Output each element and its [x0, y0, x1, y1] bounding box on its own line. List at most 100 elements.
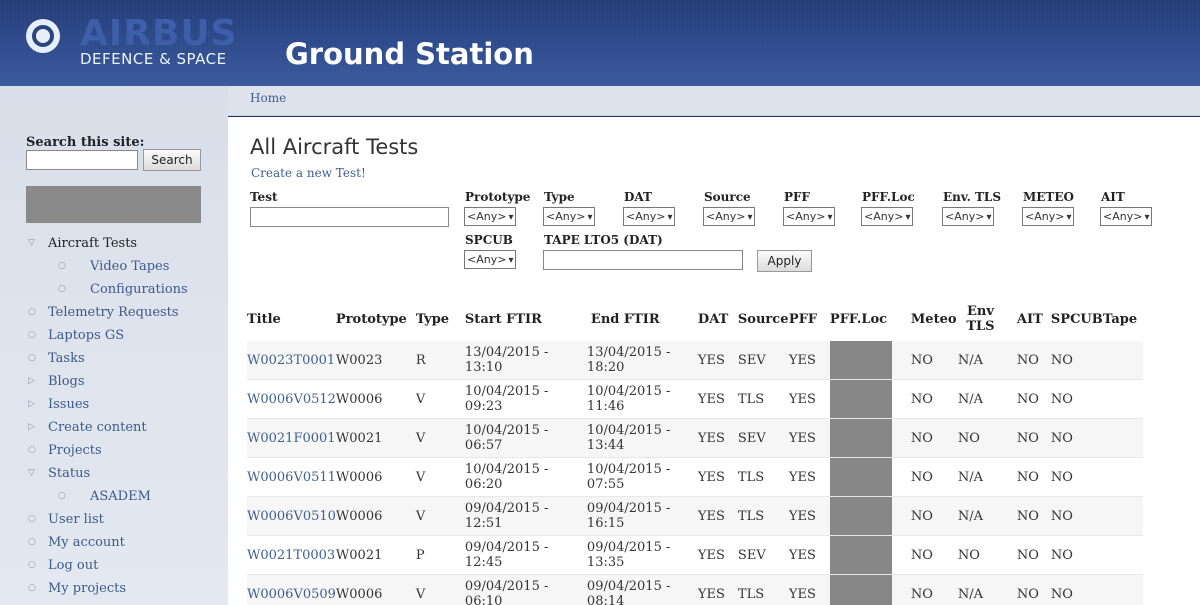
filter-test-input[interactable] — [250, 207, 449, 227]
airbus-logo-icon[interactable] — [26, 19, 60, 53]
test-title-link[interactable]: W0021T0003 — [247, 548, 335, 563]
filter-type-select[interactable]: <Any> ▾ — [543, 207, 596, 226]
sidebar-item-log-out[interactable]: ○ Log out — [10, 554, 220, 577]
column-header[interactable]: PFF.Loc — [830, 297, 903, 341]
type-cell: P — [415, 535, 465, 575]
column-header[interactable]: SPCUB — [1051, 297, 1103, 341]
column-header[interactable]: Type — [416, 297, 465, 341]
filter-test-label: Test — [250, 190, 278, 204]
leaf-bullet-icon: ○ — [28, 330, 36, 340]
end-ftir-cell: 10/04/2015 -13:44 — [586, 418, 698, 458]
sidebar-item-label: Telemetry Requests — [48, 305, 179, 320]
prototype-cell: W0006 — [335, 574, 416, 605]
sidebar-nav: ▽ Aircraft Tests ○ Video Tapes ○ Configurat… — [10, 232, 220, 600]
table-row: W0023T0001 W0023 R 13/04/2015 - 13:10 13… — [247, 341, 1143, 380]
test-title-link[interactable]: W0006V0512 — [247, 392, 336, 407]
ait-cell: NO — [1016, 379, 1051, 419]
ait-cell: NO — [1016, 418, 1051, 458]
end-ftir-date: 10/04/2015 - — [586, 462, 671, 477]
spcub-cell: NO — [1050, 418, 1103, 458]
filter-meteo-select[interactable]: <Any> ▾ — [1022, 207, 1075, 226]
site-name[interactable]: Ground Station — [285, 36, 534, 72]
type-cell: R — [415, 341, 465, 380]
pff-cell: YES — [788, 379, 830, 419]
sidebar-item-status[interactable]: ▽ Status — [10, 462, 220, 485]
column-header[interactable]: Tape — [1103, 297, 1143, 341]
create-test-link[interactable]: Create a new Test! — [251, 166, 366, 180]
filter-pff-select[interactable]: <Any> ▾ — [783, 207, 836, 226]
sidebar-item-my-projects[interactable]: ○ My projects — [10, 577, 220, 600]
sidebar-item-create-content[interactable]: ▷ Create content — [10, 416, 220, 439]
meteo-cell: NO — [902, 457, 958, 497]
source-cell: TLS — [737, 457, 789, 497]
sidebar-item-label: User list — [48, 512, 104, 527]
test-title-link[interactable]: W0023T0001 — [247, 353, 335, 368]
test-title-link[interactable]: W0021F0001 — [247, 431, 336, 446]
search-button[interactable]: Search — [143, 149, 201, 171]
sidebar-item-asadem[interactable]: ○ ASADEM — [10, 485, 220, 508]
filter-source-select[interactable]: <Any> ▾ — [703, 207, 756, 226]
pffloc-cell — [829, 457, 903, 497]
pffloc-cell — [829, 341, 903, 380]
chevron-down-icon: ▾ — [508, 212, 514, 223]
sidebar-item-configurations[interactable]: ○ Configurations — [10, 278, 220, 301]
sidebar-item-blogs[interactable]: ▷ Blogs — [10, 370, 220, 393]
type-cell: V — [415, 457, 465, 497]
column-header[interactable]: DAT — [698, 297, 738, 341]
column-header[interactable]: End FTIR — [587, 297, 698, 341]
end-ftir-cell: 09/04/2015 -13:35 — [586, 535, 698, 575]
search-input[interactable] — [26, 150, 138, 170]
filter-tape-label: TAPE LTO5 (DAT) — [544, 233, 663, 247]
column-header[interactable]: Prototype — [336, 297, 416, 341]
table-row: W0006V0510 W0006 V 09/04/2015 - 12:51 09… — [247, 496, 1143, 536]
column-header[interactable]: Source — [738, 297, 789, 341]
brand-subtitle: DEFENCE & SPACE — [80, 50, 227, 68]
pff-cell: YES — [788, 574, 830, 605]
sidebar-item-label: Aircraft Tests — [48, 236, 138, 251]
type-cell: V — [415, 379, 465, 419]
sidebar-item-my-account[interactable]: ○ My account — [10, 531, 220, 554]
column-header[interactable]: PFF — [789, 297, 830, 341]
sidebar-item-tasks[interactable]: ○ Tasks — [10, 347, 220, 370]
column-header[interactable]: Meteo — [903, 297, 958, 341]
sidebar-item-issues[interactable]: ▷ Issues — [10, 393, 220, 416]
ait-cell: NO — [1016, 574, 1051, 605]
table-header-row: Title Prototype Type Start FTIR End FTIR… — [247, 297, 1143, 341]
column-header[interactable]: Start FTIR — [465, 297, 587, 341]
sidebar-item-projects[interactable]: ○ Projects — [10, 439, 220, 462]
apply-button[interactable]: Apply — [757, 250, 812, 272]
test-title-link[interactable]: W0006V0509 — [247, 587, 336, 602]
filter-dat-select[interactable]: <Any> ▾ — [623, 207, 676, 226]
filter-tape-input[interactable] — [543, 250, 743, 270]
env-tls-cell: N/A — [957, 457, 1017, 497]
sidebar-item-telemetry-requests[interactable]: ○ Telemetry Requests — [10, 301, 220, 324]
select-value: <Any> — [945, 210, 985, 223]
sidebar-item-laptops-gs[interactable]: ○ Laptops GS — [10, 324, 220, 347]
brand-name[interactable]: AIRBUS — [80, 16, 238, 52]
pff-cell: YES — [788, 457, 830, 497]
sidebar-item-aircraft-tests[interactable]: ▽ Aircraft Tests — [10, 232, 220, 255]
column-header[interactable]: Env TLS — [958, 297, 1017, 341]
chevron-down-icon: ▾ — [1066, 212, 1072, 223]
dat-cell: YES — [697, 535, 738, 575]
filter-env-tls-select[interactable]: <Any> ▾ — [942, 207, 995, 226]
column-header[interactable]: AIT — [1017, 297, 1051, 341]
start-ftir-cell: 10/04/2015 - 09:23 — [464, 379, 587, 419]
ait-cell: NO — [1016, 535, 1051, 575]
sidebar-item-video-tapes[interactable]: ○ Video Tapes — [10, 255, 220, 278]
pff-cell: YES — [788, 341, 830, 380]
filter-spcub-select[interactable]: <Any> ▾ — [464, 250, 517, 269]
breadcrumb-home-link[interactable]: Home — [250, 91, 286, 105]
filter-ait-select[interactable]: <Any> ▾ — [1100, 207, 1153, 226]
end-ftir-date: 10/04/2015 - — [586, 384, 671, 399]
tape-cell — [1102, 496, 1143, 536]
filter-pffloc-select[interactable]: <Any> ▾ — [861, 207, 914, 226]
filter-prototype-select[interactable]: <Any> ▾ — [464, 207, 517, 226]
sidebar-item-user-list[interactable]: ○ User list — [10, 508, 220, 531]
ait-cell: NO — [1016, 341, 1051, 380]
column-header[interactable]: Title — [247, 297, 336, 341]
test-title-link[interactable]: W0006V0511 — [247, 470, 336, 485]
test-title-link[interactable]: W0006V0510 — [247, 509, 336, 524]
collapsed-bullet-icon: ▷ — [28, 376, 35, 386]
start-ftir-cell: 09/04/2015 - 12:45 — [464, 535, 587, 575]
